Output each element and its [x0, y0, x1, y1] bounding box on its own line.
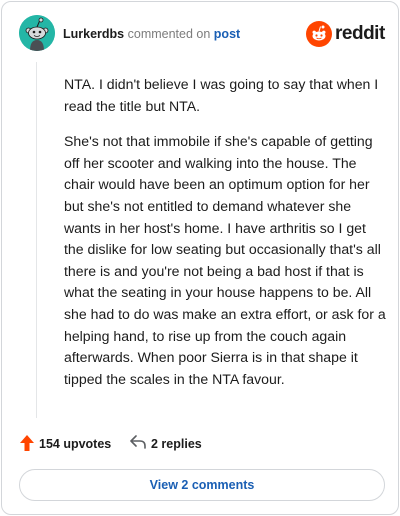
comment-header: Lurkerdbs commented on post reddit	[19, 15, 385, 55]
comment-actions: 154 upvotes 2 replies	[20, 434, 382, 454]
comment-meta: Lurkerdbs commented on post	[63, 27, 240, 41]
view-comments-button[interactable]: View 2 comments	[19, 469, 385, 501]
comment-card: Lurkerdbs commented on post reddit NTA. …	[1, 1, 399, 515]
comment-paragraph: She's not that immobile if she's capable…	[64, 133, 386, 387]
comment-paragraph: NTA. I didn't believe I was going to say…	[64, 76, 379, 114]
comment-body: NTA. I didn't believe I was going to say…	[64, 74, 386, 404]
snoo-avatar-icon	[19, 15, 55, 51]
reddit-wordmark: reddit	[335, 23, 385, 44]
reddit-snoo-icon	[306, 21, 332, 47]
thread-line	[36, 62, 37, 418]
post-link[interactable]: post	[214, 27, 240, 41]
username-link[interactable]: Lurkerdbs	[63, 27, 124, 41]
user-avatar[interactable]	[19, 15, 55, 51]
reply-count: 2 replies	[151, 437, 202, 451]
reddit-logo[interactable]: reddit	[306, 21, 385, 47]
commented-on-text: commented on	[127, 27, 211, 41]
upvote-arrow-icon	[20, 435, 34, 451]
reply-arrow-icon	[130, 435, 146, 449]
upvote-count: 154 upvotes	[39, 437, 112, 451]
